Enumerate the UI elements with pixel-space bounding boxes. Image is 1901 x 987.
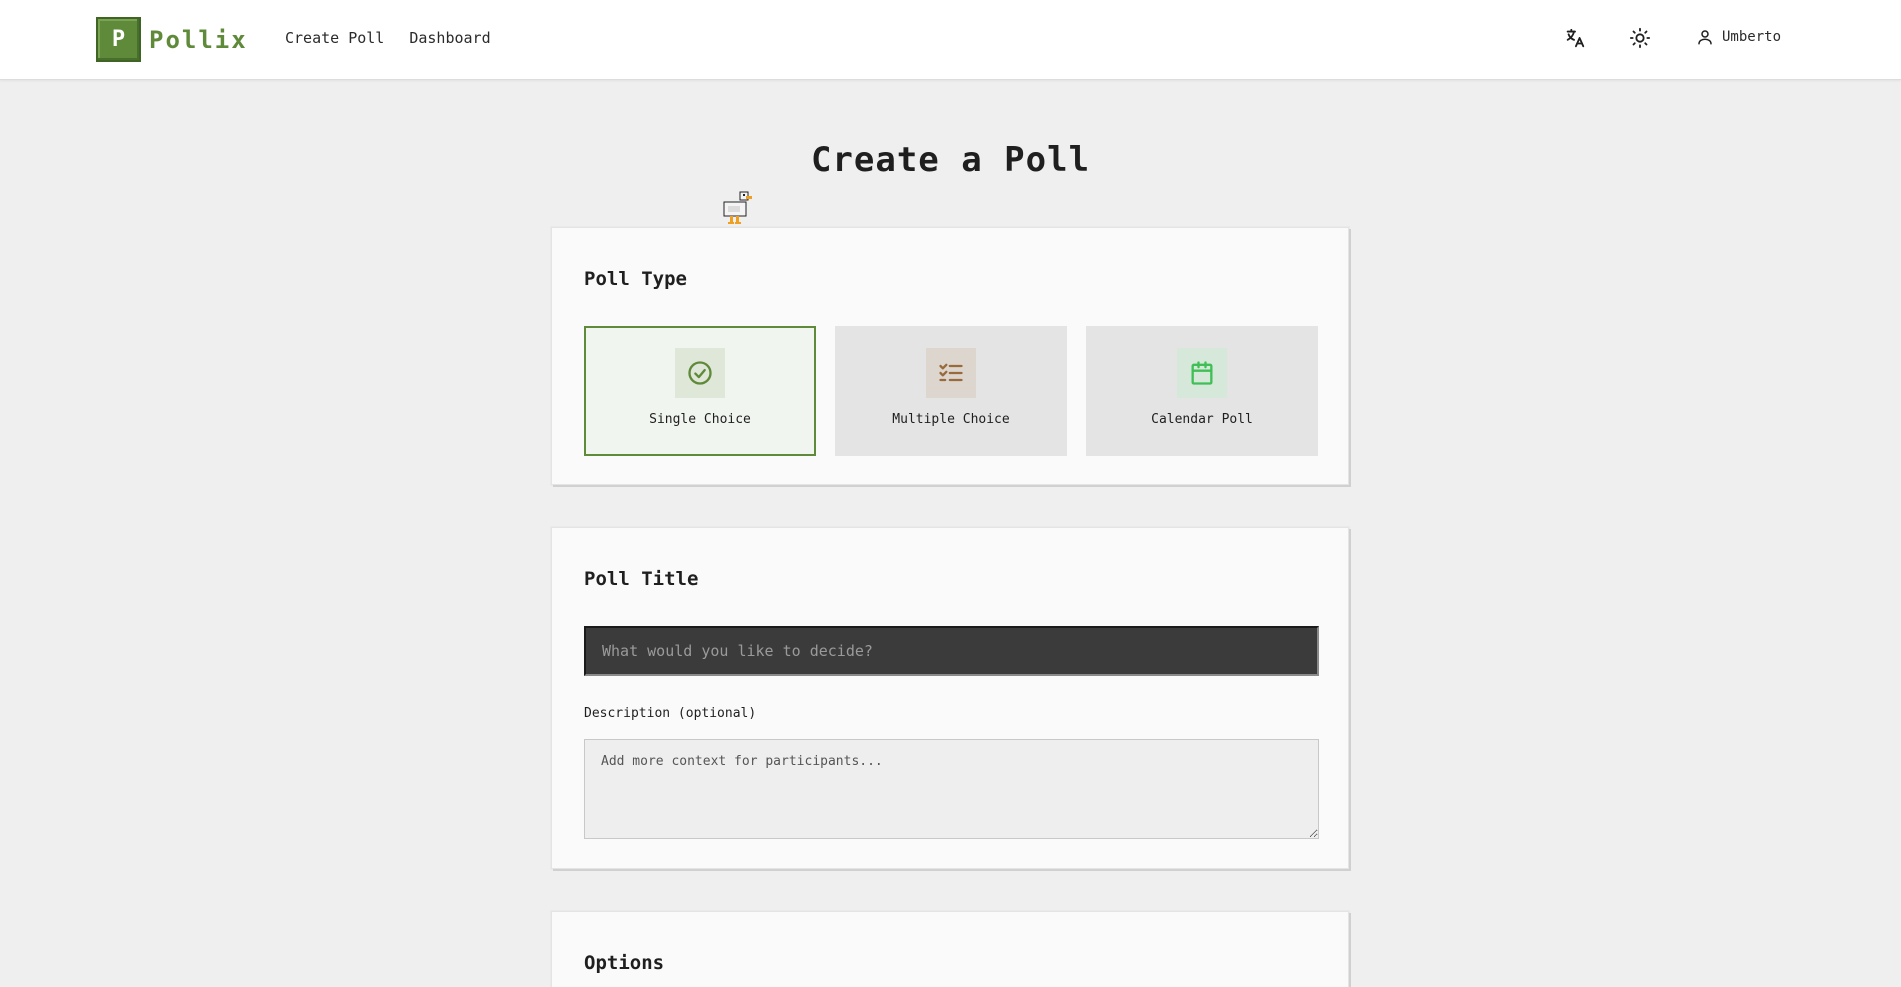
poll-type-single-choice[interactable]: Single Choice [584,326,816,456]
brand-name: Pollix [149,25,248,54]
poll-title-input[interactable] [584,626,1319,676]
translate-icon[interactable] [1564,27,1586,49]
poll-title-heading: Poll Title [584,568,699,590]
sun-icon[interactable] [1629,27,1651,49]
poll-type-heading: Poll Type [584,268,687,290]
top-header: P Pollix Create Poll Dashboard Umberto [0,0,1901,80]
options-card: Options [551,911,1349,987]
user-menu[interactable]: Umberto [1696,28,1781,46]
poll-type-label: Multiple Choice [892,412,1010,427]
list-check-icon [926,348,976,398]
description-label: Description (optional) [584,706,757,721]
calendar-icon [1177,348,1227,398]
poll-type-label: Single Choice [649,412,751,427]
duck-mascot-icon [718,190,758,230]
description-textarea[interactable] [584,739,1319,839]
poll-type-card: Poll Type Single Choice Multiple Choice … [551,227,1349,485]
main-nav: Create Poll Dashboard [285,29,491,47]
nav-dashboard[interactable]: Dashboard [409,29,490,47]
poll-type-calendar[interactable]: Calendar Poll [1086,326,1318,456]
poll-type-multiple-choice[interactable]: Multiple Choice [835,326,1067,456]
page-title: Create a Poll [810,140,1091,180]
logo-mark: P [96,17,141,62]
username: Umberto [1722,29,1782,45]
nav-create-poll[interactable]: Create Poll [285,29,384,47]
options-heading: Options [584,952,665,974]
poll-title-card: Poll Title Description (optional) [551,527,1349,869]
user-icon [1698,30,1712,45]
check-circle-icon [675,348,725,398]
poll-type-label: Calendar Poll [1151,412,1253,427]
logo[interactable]: P Pollix [96,17,248,62]
